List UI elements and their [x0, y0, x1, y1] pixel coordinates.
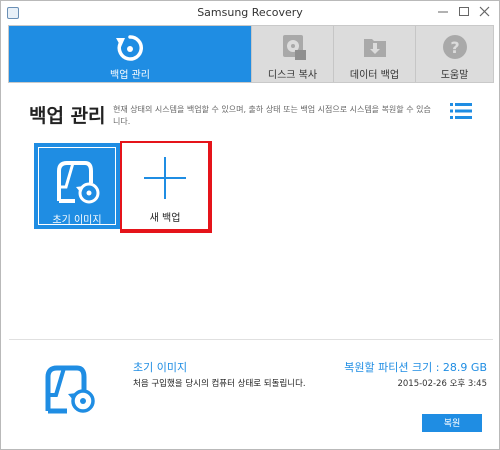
plus-icon [144, 157, 186, 199]
minimize-button[interactable] [433, 3, 453, 21]
initial-image-icon [45, 365, 95, 414]
restore-button[interactable]: 복원 [422, 414, 482, 432]
selected-image-description: 처음 구입했을 당시의 컴퓨터 상태로 되돌립니다. [133, 379, 306, 389]
new-backup-tile[interactable]: 새 백업 [122, 143, 208, 229]
panel-divider [9, 339, 493, 340]
page-description: 현재 상태의 시스템을 백업할 수 있으며, 출하 상태 또는 백업 시점으로 … [113, 105, 431, 126]
main-tab-bar: 백업 관리 디스크 복사 데이터 백업 ? 도움말 [8, 25, 494, 83]
window-title: Samsung Recovery [197, 6, 303, 19]
disk-copy-icon [283, 35, 306, 60]
initial-image-icon [57, 161, 100, 204]
help-icon: ? [443, 35, 467, 59]
tile-label: 새 백업 [149, 213, 181, 224]
close-icon [479, 6, 490, 17]
close-button[interactable] [475, 3, 495, 21]
list-menu-icon[interactable] [450, 102, 472, 120]
data-backup-icon [364, 39, 386, 57]
tab-label: 백업 관리 [110, 70, 150, 81]
minimize-icon [438, 11, 448, 13]
tab-backup-management[interactable]: 백업 관리 [9, 26, 251, 82]
selected-image-name: 초기 이미지 [133, 361, 188, 374]
page-title: 백업 관리 [29, 105, 106, 127]
title-bar: Samsung Recovery [1, 1, 499, 25]
image-timestamp: 2015-02-26 오후 3:45 [397, 379, 487, 389]
maximize-icon [459, 7, 469, 16]
tab-data-backup[interactable]: 데이터 백업 [333, 26, 415, 82]
tile-label: 초기 이미지 [52, 215, 102, 226]
tab-label: 도움말 [440, 70, 469, 81]
backup-restore-icon [116, 35, 143, 61]
tab-disk-copy[interactable]: 디스크 복사 [251, 26, 333, 82]
maximize-button[interactable] [454, 3, 474, 21]
recovery-window: Samsung Recovery 백업 관리 디스크 복사 데이터 백업 ? 도… [0, 0, 500, 450]
initial-image-tile[interactable]: 초기 이미지 [34, 143, 120, 229]
tab-label: 디스크 복사 [267, 70, 318, 81]
svg-text:?: ? [450, 38, 459, 57]
tab-label: 데이터 백업 [349, 70, 400, 81]
restore-partition-size: 복원할 파티션 크기 : 28.9 GB [344, 361, 487, 374]
tab-help[interactable]: ? 도움말 [415, 26, 493, 82]
